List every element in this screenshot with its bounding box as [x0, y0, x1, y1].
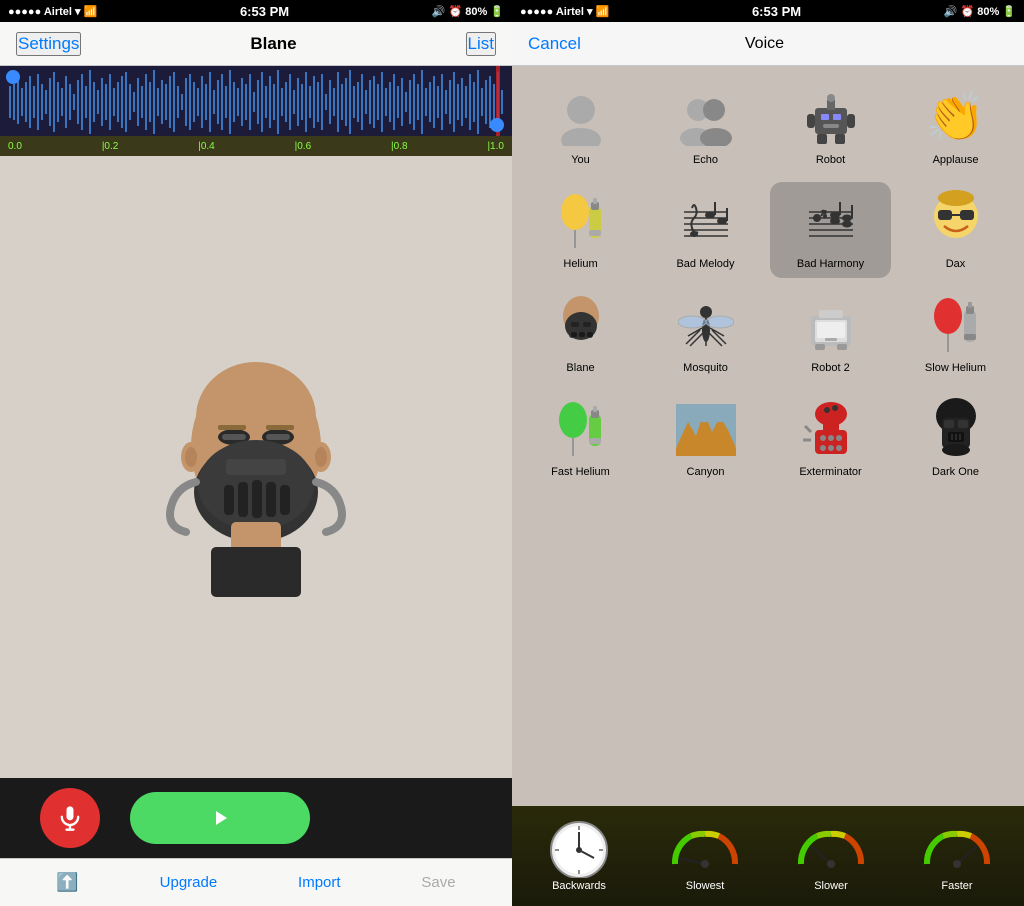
- voice-item-fast-helium[interactable]: Fast Helium: [520, 390, 641, 486]
- voice-item-bad-melody[interactable]: Bad Melody: [645, 182, 766, 278]
- timeline-0: 0.0: [8, 141, 22, 152]
- voice-item-exterminator[interactable]: Exterminator: [770, 390, 891, 486]
- timeline-04: |0.4: [198, 141, 215, 152]
- voice-label-echo: Echo: [693, 154, 718, 166]
- voice-item-echo[interactable]: Echo: [645, 78, 766, 174]
- voice-icon-bad-melody: [674, 190, 738, 254]
- left-status-bar: ●●●●● Airtel ▾ 📶 6:53 PM 🔊 ⏰ 80% 🔋: [0, 0, 512, 22]
- voice-icon-echo: [674, 86, 738, 150]
- left-battery: 🔊 ⏰ 80% 🔋: [432, 5, 504, 18]
- voice-label-exterminator: Exterminator: [799, 466, 861, 478]
- waveform-container: 0.0 |0.2 |0.4 |0.6 |0.8 |1.0: [0, 66, 512, 156]
- voice-item-robot2[interactable]: Robot 2: [770, 286, 891, 382]
- left-nav-title: Blane: [250, 34, 296, 54]
- voice-label-mosquito: Mosquito: [683, 362, 728, 374]
- voice-item-robot[interactable]: Robot: [770, 78, 891, 174]
- save-button[interactable]: Save: [421, 874, 455, 891]
- voice-icon-blane: [549, 294, 613, 358]
- voice-icon-robot: [799, 86, 863, 150]
- voice-label-applause: Applause: [933, 154, 979, 166]
- speed-slowest[interactable]: Slowest: [665, 814, 745, 892]
- voice-icon-robot2: [799, 294, 863, 358]
- voice-icon-helium: [549, 190, 613, 254]
- controls-bar: [0, 778, 512, 858]
- voice-icon-slow-helium: [924, 294, 988, 358]
- voice-label-dax: Dax: [946, 258, 966, 270]
- voice-icon-applause: 👏: [924, 86, 988, 150]
- bottom-bar: ⬆️ Upgrade Import Save: [0, 858, 512, 906]
- character-illustration: [156, 337, 356, 597]
- upgrade-button[interactable]: Upgrade: [160, 874, 218, 891]
- speed-backwards[interactable]: Backwards: [539, 814, 619, 892]
- voice-icon-bad-harmony: [799, 190, 863, 254]
- share-icon[interactable]: ⬆️: [56, 872, 78, 893]
- voice-label-bad-harmony: Bad Harmony: [797, 258, 864, 270]
- voice-label-robot2: Robot 2: [811, 362, 850, 374]
- voice-label-fast-helium: Fast Helium: [551, 466, 610, 478]
- voice-item-mosquito[interactable]: Mosquito: [645, 286, 766, 382]
- left-panel: ●●●●● Airtel ▾ 📶 6:53 PM 🔊 ⏰ 80% 🔋 Setti…: [0, 0, 512, 906]
- right-signal: ●●●●● Airtel ▾ 📶: [520, 5, 609, 18]
- import-button[interactable]: Import: [298, 874, 341, 891]
- right-nav-title: Voice: [745, 35, 784, 53]
- record-button[interactable]: [40, 788, 100, 848]
- speed-slower[interactable]: Slower: [791, 814, 871, 892]
- voice-label-robot: Robot: [816, 154, 845, 166]
- speed-slowest-label: Slowest: [686, 880, 725, 892]
- speed-slower-label: Slower: [814, 880, 848, 892]
- voice-icon-canyon: [674, 398, 738, 462]
- voice-icon-dax: [924, 190, 988, 254]
- voice-item-applause[interactable]: 👏 Applause: [895, 78, 1016, 174]
- right-nav-bar: Cancel Voice: [512, 22, 1024, 66]
- voice-label-canyon: Canyon: [687, 466, 725, 478]
- voice-item-slow-helium[interactable]: Slow Helium: [895, 286, 1016, 382]
- timeline-02: |0.2: [102, 141, 119, 152]
- voice-item-dark-one[interactable]: Dark One: [895, 390, 1016, 486]
- speed-backwards-label: Backwards: [552, 880, 606, 892]
- voice-item-bad-harmony[interactable]: Bad Harmony: [770, 182, 891, 278]
- voice-item-you[interactable]: You: [520, 78, 641, 174]
- right-time: 6:53 PM: [752, 4, 801, 19]
- voice-icon-exterminator: [799, 398, 863, 462]
- waveform-left-handle[interactable]: [6, 70, 20, 84]
- left-nav-bar: Settings Blane List: [0, 22, 512, 66]
- timeline-10: |1.0: [487, 141, 504, 152]
- voice-item-dax[interactable]: Dax: [895, 182, 1016, 278]
- settings-button[interactable]: Settings: [16, 32, 81, 56]
- waveform-timeline: 0.0 |0.2 |0.4 |0.6 |0.8 |1.0: [0, 136, 512, 156]
- speed-faster-label: Faster: [941, 880, 972, 892]
- voice-icon-you: [549, 86, 613, 150]
- list-button[interactable]: List: [466, 32, 496, 56]
- voice-label-bad-melody: Bad Melody: [676, 258, 734, 270]
- microphone-icon: [56, 804, 84, 832]
- play-button[interactable]: [130, 792, 310, 844]
- left-signal: ●●●●● Airtel ▾ 📶: [8, 5, 97, 18]
- cancel-button[interactable]: Cancel: [528, 34, 581, 54]
- waveform-right-handle[interactable]: [490, 118, 504, 132]
- voice-label-helium: Helium: [563, 258, 597, 270]
- voice-icon-mosquito: [674, 294, 738, 358]
- voice-icon-dark-one: [924, 398, 988, 462]
- voice-item-blane[interactable]: Blane: [520, 286, 641, 382]
- voice-label-you: You: [571, 154, 590, 166]
- voice-icon-fast-helium: [549, 398, 613, 462]
- speed-faster[interactable]: Faster: [917, 814, 997, 892]
- voice-label-blane: Blane: [566, 362, 594, 374]
- right-status-bar: ●●●●● Airtel ▾ 📶 6:53 PM 🔊 ⏰ 80% 🔋: [512, 0, 1024, 22]
- character-area: [0, 156, 512, 778]
- play-icon: [208, 806, 232, 830]
- left-time: 6:53 PM: [240, 4, 289, 19]
- voice-item-canyon[interactable]: Canyon: [645, 390, 766, 486]
- waveform-svg: [0, 66, 512, 138]
- voice-grid: You Echo: [512, 66, 1024, 806]
- voice-label-slow-helium: Slow Helium: [925, 362, 986, 374]
- timeline-08: |0.8: [391, 141, 408, 152]
- right-battery: 🔊 ⏰ 80% 🔋: [944, 5, 1016, 18]
- voice-item-helium[interactable]: Helium: [520, 182, 641, 278]
- right-panel: ●●●●● Airtel ▾ 📶 6:53 PM 🔊 ⏰ 80% 🔋 Cance…: [512, 0, 1024, 906]
- voice-label-dark-one: Dark One: [932, 466, 979, 478]
- timeline-06: |0.6: [295, 141, 312, 152]
- speed-row: Backwards Slowest: [512, 806, 1024, 906]
